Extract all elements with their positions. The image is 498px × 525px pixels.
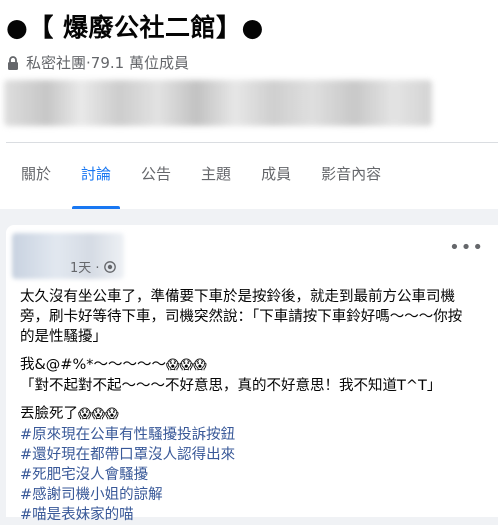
post-time-text: 1天 · (70, 261, 100, 276)
hashtag-link[interactable]: #原來現在公車有性騷擾投訴按鈕 (20, 425, 490, 445)
post-body: 太久沒有坐公車了，準備要下車於是按鈴後，就走到最前方公車司機 旁，刷卡好等待下車… (20, 287, 490, 525)
hashtag-link[interactable]: #還好現在都帶口罩沒人認得出來 (20, 445, 490, 465)
post-text-line: 旁，刷卡好等待下車，司機突然說：「下車請按下車鈴好嗎～～～你按 (20, 309, 463, 325)
tab-media[interactable]: 影音內容 (306, 143, 396, 209)
group-header: ●【 爆廢公社二館】● 私密社團 · 79.1 萬位成員 關於 討論 公告 主題… (0, 0, 498, 209)
post-text-line: 「對不起對不起～～～不好意思，真的不好意思！我不知道T^T」 (20, 378, 442, 394)
group-meta: 私密社團 · 79.1 萬位成員 (6, 52, 189, 73)
hashtag-link[interactable]: #死肥宅沒人會騷擾 (20, 465, 490, 485)
tab-discussion[interactable]: 討論 (66, 143, 126, 209)
post-timestamp[interactable]: 1天 · (70, 257, 116, 276)
hashtag-link[interactable]: #喵是表妹家的喵 (20, 505, 490, 525)
tab-about[interactable]: 關於 (6, 143, 66, 209)
scream-emoji: 😱😱😱 (165, 358, 207, 373)
post-card: 1天 · ••• 太久沒有坐公車了，準備要下車於是按鈴後，就走到最前方公車司機 … (6, 225, 498, 523)
hashtag-link[interactable]: #感謝司機小姐的諒解 (20, 485, 490, 505)
blurred-member-avatars (4, 80, 432, 126)
tab-topics[interactable]: 主題 (186, 143, 246, 209)
globe-icon (103, 260, 116, 273)
group-tabs: 關於 討論 公告 主題 成員 影音內容 (6, 143, 498, 209)
post-text-line: 的是性騷擾」 (20, 329, 107, 345)
post-text-line: 丟臉死了😱😱😱 (20, 406, 119, 422)
post-text-line: 太久沒有坐公車了，準備要下車於是按鈴後，就走到最前方公車司機 (20, 289, 455, 305)
lock-icon (8, 55, 18, 70)
tab-members[interactable]: 成員 (246, 143, 306, 209)
privacy-label: 私密社團 (26, 54, 87, 72)
scream-emoji: 😱😱😱 (78, 407, 119, 422)
group-title[interactable]: ●【 爆廢公社二館】● (6, 8, 264, 44)
tab-announcements[interactable]: 公告 (126, 143, 186, 209)
more-options-icon[interactable]: ••• (449, 239, 484, 257)
post-text-line: 我&@#%*～～～～～😱😱😱 (20, 357, 207, 373)
member-count[interactable]: 79.1 萬位成員 (91, 52, 189, 73)
